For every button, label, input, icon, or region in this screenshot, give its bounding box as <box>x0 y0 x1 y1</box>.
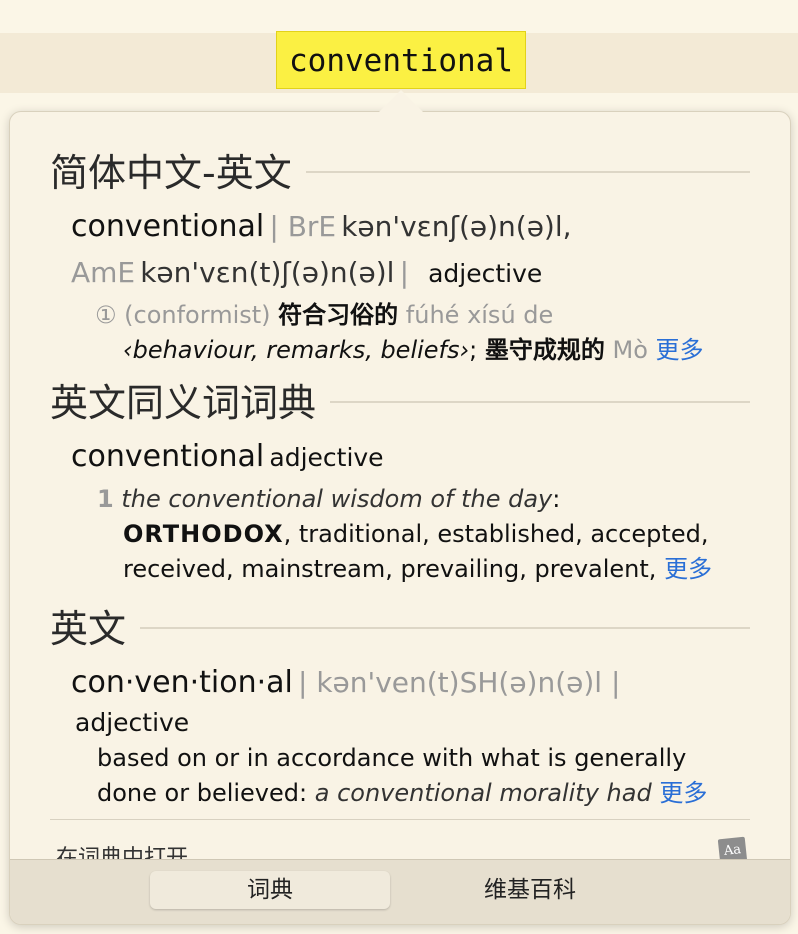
entry-thesaurus: conventional adjective 1 the conventiona… <box>71 436 751 587</box>
dictionary-popover: 简体中文-英文 conventional | BrE kən'vɛnʃ(ə)n(… <box>9 111 791 925</box>
lookup-word-highlight: conventional <box>276 31 526 89</box>
ame-pronunciation: kən'vɛn(t)ʃ(ə)n(ə)l <box>140 256 395 289</box>
tab-wikipedia[interactable]: 维基百科 <box>410 871 650 909</box>
footer-divider <box>50 819 750 820</box>
example-phrase: a conventional morality had <box>314 779 652 807</box>
sense-number: 1 <box>97 485 114 513</box>
popover-arrow <box>379 90 423 112</box>
section-title: 英文 <box>50 607 127 651</box>
part-of-speech: adjective <box>269 443 384 472</box>
section-header-english: 英文 <box>50 598 750 653</box>
synonyms-line-2: received, mainstream, prevailing, preval… <box>123 555 657 583</box>
part-of-speech: adjective <box>428 259 543 288</box>
definition-line-1: based on or in accordance with what is g… <box>97 744 687 772</box>
headword: conventional <box>71 209 265 244</box>
separator: ; <box>469 336 478 364</box>
bre-label: | BrE <box>269 210 337 243</box>
source-tab-bar: 词典 维基百科 <box>10 859 790 924</box>
definition-line-2: done or believed: <box>97 779 308 807</box>
sense-pinyin-2: Mò <box>612 336 648 364</box>
more-link[interactable]: 更多 <box>659 779 707 807</box>
section-header-chinese-english: 简体中文-英文 <box>50 142 750 197</box>
sense-label: (conformist) <box>124 301 271 329</box>
colon: : <box>552 485 561 513</box>
sense-context: ‹behaviour, remarks, beliefs› <box>123 336 470 364</box>
headword: con·ven·tion·al <box>71 665 293 700</box>
synonyms-line-1: , traditional, established, accepted, <box>283 520 709 548</box>
sense-pinyin: fúhé xísú de <box>405 301 554 329</box>
part-of-speech: adjective <box>75 708 190 737</box>
sense-translation: 符合习俗的 <box>278 301 399 329</box>
entry-english: con·ven·tion·al | kən'ven(t)SH(ə)n(ə)l |… <box>71 662 751 811</box>
synonym-primary: ORTHODOX <box>123 520 284 548</box>
tab-dictionary[interactable]: 词典 <box>150 871 390 909</box>
sense-number: ① <box>95 301 117 329</box>
sense-translation-2: 墨守成规的 <box>484 336 605 364</box>
more-link[interactable]: 更多 <box>656 336 704 364</box>
headword: conventional <box>71 439 265 474</box>
example-phrase: the conventional wisdom of the day <box>121 485 553 513</box>
section-title: 简体中文-英文 <box>50 151 292 195</box>
section-divider <box>140 626 750 629</box>
pronunciation-bar: | <box>399 256 409 289</box>
section-divider <box>330 400 750 403</box>
ame-label: AmE <box>71 256 136 289</box>
entry-chinese-english: conventional | BrE kən'vɛnʃ(ə)n(ə)l, AmE… <box>71 206 751 368</box>
more-link[interactable]: 更多 <box>664 555 712 583</box>
pronunciation: | kən'ven(t)SH(ə)n(ə)l | <box>297 666 621 699</box>
bre-pronunciation: kən'vɛnʃ(ə)n(ə)l, <box>341 210 572 243</box>
section-title: 英文同义词词典 <box>50 381 317 425</box>
section-header-thesaurus: 英文同义词词典 <box>50 372 750 427</box>
section-divider <box>305 170 750 173</box>
